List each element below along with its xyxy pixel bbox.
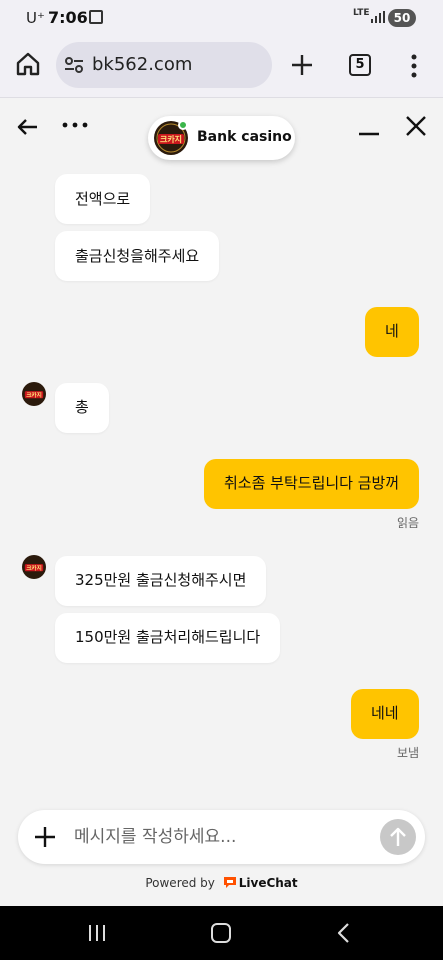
- screenshot-icon: [89, 10, 103, 24]
- plus-icon: [35, 827, 55, 847]
- browser-toolbar: bk562.com 5: [0, 36, 443, 98]
- system-home-button[interactable]: [211, 923, 231, 943]
- message-sent-status: 보냄: [397, 746, 420, 760]
- home-button[interactable]: [14, 50, 42, 78]
- network-type: LTE: [353, 8, 370, 18]
- site-settings-icon[interactable]: [64, 56, 84, 74]
- svg-text:크카지: 크카지: [160, 134, 182, 144]
- powered-by-text: Powered by: [145, 876, 215, 890]
- status-bar: U⁺ 7:06 LTE 50: [0, 0, 443, 36]
- carrier-label: U⁺: [26, 9, 45, 27]
- agent-avatar-small: 크카지: [22, 382, 46, 406]
- more-options-button[interactable]: [60, 115, 92, 135]
- kebab-menu-icon: [411, 54, 417, 78]
- new-tab-button[interactable]: [288, 51, 316, 79]
- back-button[interactable]: [14, 113, 42, 141]
- message-bubble-user: 네네: [351, 689, 419, 739]
- message-input[interactable]: [74, 810, 374, 864]
- agent-info-pill[interactable]: 크카지 Bank casino: [148, 116, 295, 160]
- message-bubble-agent: 전액으로: [55, 174, 151, 224]
- signal-icon: [371, 11, 385, 23]
- message-bubble-user: 취소좀 부탁드립니다 금방꺼: [204, 459, 420, 509]
- browser-menu-button[interactable]: [404, 52, 424, 80]
- agent-avatar-small: 크카지: [22, 555, 46, 579]
- address-bar[interactable]: bk562.com: [56, 42, 272, 88]
- battery-indicator: 50: [388, 9, 416, 27]
- agent-name: Bank casino: [197, 129, 292, 145]
- recent-apps-button[interactable]: [87, 923, 107, 943]
- message-bubble-user: 네: [365, 307, 419, 357]
- clock-time: 7:06: [48, 8, 88, 27]
- livechat-brand: LiveChat: [238, 876, 298, 890]
- close-chat-button[interactable]: [403, 113, 429, 139]
- home-icon: [16, 52, 40, 76]
- send-button[interactable]: [380, 819, 416, 855]
- chevron-left-icon: [337, 923, 349, 943]
- minimize-button[interactable]: [356, 116, 382, 142]
- arrow-left-icon: [17, 119, 37, 135]
- message-bubble-agent: 총: [55, 383, 109, 433]
- close-icon: [406, 116, 426, 136]
- powered-by-footer[interactable]: Powered by LiveChat: [0, 876, 443, 890]
- plus-icon: [292, 55, 312, 75]
- message-bubble-agent: 325만원 출금신청해주시면: [55, 556, 267, 606]
- minimize-icon: [359, 132, 379, 136]
- attach-button[interactable]: [32, 824, 58, 850]
- message-bubble-agent: 출금신청을해주세요: [55, 231, 220, 281]
- livechat-logo-icon: [223, 877, 236, 888]
- online-status-dot: [178, 120, 188, 130]
- message-bubble-agent: 150만원 출금처리해드립니다: [55, 613, 281, 663]
- url-text[interactable]: bk562.com: [92, 54, 192, 75]
- ellipsis-icon: [62, 122, 88, 128]
- system-nav-bar: [0, 906, 443, 960]
- arrow-up-icon: [390, 827, 406, 846]
- message-composer: [18, 810, 425, 864]
- recent-apps-icon: [89, 925, 105, 941]
- message-read-status: 읽음: [397, 516, 420, 530]
- tab-switcher-button[interactable]: 5: [349, 54, 371, 76]
- system-back-button[interactable]: [336, 922, 352, 944]
- chat-header: 크카지 Bank casino: [0, 99, 443, 160]
